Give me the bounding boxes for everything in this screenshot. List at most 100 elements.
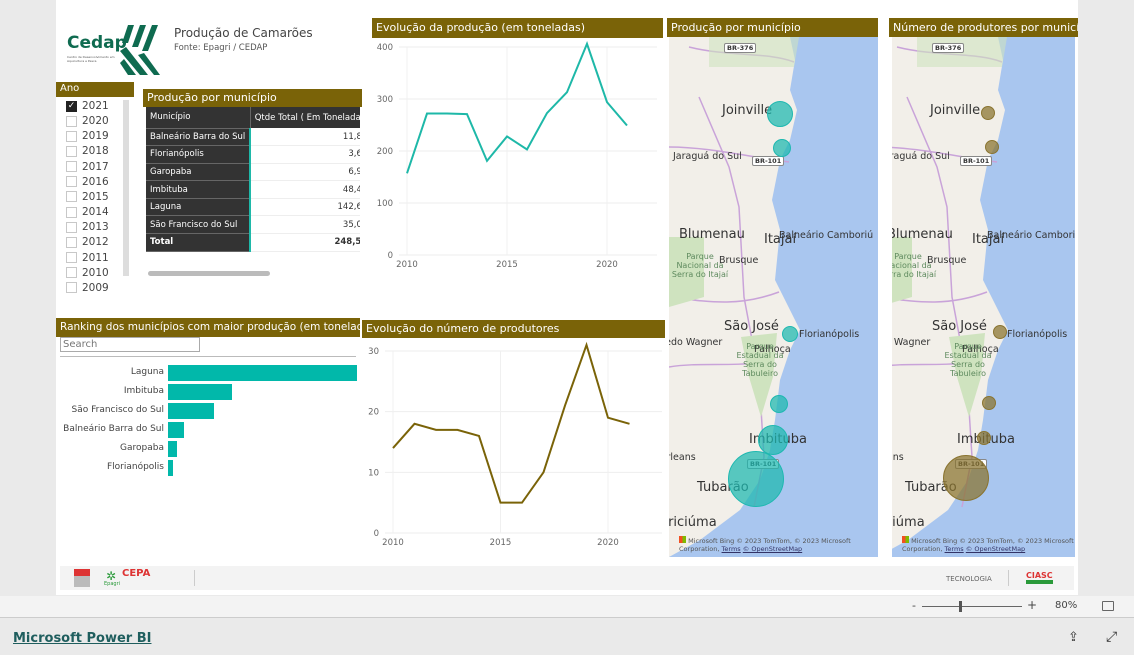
map-bubble[interactable] xyxy=(767,101,793,127)
checkbox[interactable] xyxy=(66,176,77,188)
bar[interactable] xyxy=(168,441,178,457)
zoom-slider-thumb[interactable] xyxy=(959,601,962,612)
slicer-scrollbar[interactable] xyxy=(123,100,129,276)
producers-line-chart: 0 10 20 30 2010 2015 2020 xyxy=(368,341,662,548)
map-bubble[interactable] xyxy=(782,326,798,342)
bar[interactable] xyxy=(168,422,184,438)
checkbox[interactable] xyxy=(66,252,77,263)
data-point[interactable] xyxy=(455,427,461,433)
data-point[interactable] xyxy=(562,403,568,409)
share-icon[interactable]: ⇪ xyxy=(1068,630,1079,645)
data-point[interactable] xyxy=(504,133,510,139)
slicer-item-2012[interactable]: 2012 xyxy=(66,236,109,248)
checkbox[interactable] xyxy=(66,130,77,142)
data-point[interactable] xyxy=(444,111,450,117)
table-row: São Francisco do Sul35,00 xyxy=(146,215,360,235)
production-map-header: Produção por município xyxy=(667,18,878,37)
zoom-in-button[interactable]: + xyxy=(1027,598,1037,612)
osm-link[interactable]: © OpenStreetMap xyxy=(743,545,802,553)
map-bubble[interactable] xyxy=(993,325,1007,339)
checkbox[interactable] xyxy=(66,236,77,248)
map-bubble[interactable] xyxy=(943,455,989,501)
data-point[interactable] xyxy=(627,421,633,427)
table-row: Laguna142,63 xyxy=(146,198,360,217)
slicer-item-2014[interactable]: 2014 xyxy=(66,206,109,218)
bar[interactable] xyxy=(168,460,173,476)
fullscreen-icon[interactable]: ⤢ xyxy=(1106,629,1117,645)
bar[interactable] xyxy=(168,384,233,400)
data-point[interactable] xyxy=(476,433,482,439)
slicer-item-2011[interactable]: 2011 xyxy=(66,252,109,264)
checkbox[interactable] xyxy=(66,161,77,173)
bar[interactable] xyxy=(168,365,357,381)
slicer-item-2010[interactable]: 2010 xyxy=(66,267,109,279)
terms-link[interactable]: Terms xyxy=(945,545,964,553)
slicer-item-2015[interactable]: 2015 xyxy=(66,191,109,203)
data-point[interactable] xyxy=(404,170,410,176)
checkbox[interactable] xyxy=(66,145,77,157)
data-point[interactable] xyxy=(624,123,630,129)
data-point[interactable] xyxy=(544,110,550,116)
table-total-row: Total248,51 xyxy=(146,233,360,252)
checkbox[interactable] xyxy=(66,206,77,218)
slicer-item-2016[interactable]: 2016 xyxy=(66,176,109,188)
data-point[interactable] xyxy=(390,445,396,451)
checkbox[interactable] xyxy=(66,221,77,233)
checkbox[interactable] xyxy=(66,115,77,127)
data-point[interactable] xyxy=(464,111,470,117)
zoom-slider[interactable] xyxy=(922,601,1022,612)
slicer-item-2020[interactable]: 2020 xyxy=(66,115,109,127)
powerbi-link[interactable]: Microsoft Power BI xyxy=(13,631,151,646)
col-header[interactable]: Município xyxy=(146,107,251,129)
checkbox[interactable] xyxy=(66,191,77,203)
data-point[interactable] xyxy=(541,469,547,475)
ranking-search-input[interactable] xyxy=(60,337,200,352)
map-bubble[interactable] xyxy=(770,395,788,413)
map-bubble[interactable] xyxy=(981,106,995,120)
data-point[interactable] xyxy=(584,41,590,47)
map-bubble[interactable] xyxy=(758,425,788,455)
map-bubble[interactable] xyxy=(985,140,999,154)
map-label-joinville: Joinville xyxy=(722,103,773,118)
slicer-item-2017[interactable]: 2017 xyxy=(66,161,109,173)
data-point[interactable] xyxy=(484,158,490,164)
data-point[interactable] xyxy=(498,500,504,506)
bar-label: Imbituba xyxy=(123,386,164,396)
data-point[interactable] xyxy=(604,99,610,105)
slicer-item-2009[interactable]: 2009 xyxy=(66,282,109,294)
map-label-alfredo: Alfredo Wagner xyxy=(669,337,723,348)
data-point[interactable] xyxy=(424,111,430,117)
data-point[interactable] xyxy=(584,342,590,348)
terms-link[interactable]: Terms xyxy=(722,545,741,553)
data-point[interactable] xyxy=(564,89,570,95)
data-point[interactable] xyxy=(433,427,439,433)
data-point[interactable] xyxy=(412,421,418,427)
slicer-item-2013[interactable]: 2013 xyxy=(66,221,109,233)
production-map[interactable]: BR-376 Joinville Jaraguá do Sul BR-101 Itaja… xyxy=(669,37,878,557)
col-header[interactable]: Qtde Total ( Em Tonelada ) xyxy=(250,107,360,128)
map-bubble[interactable] xyxy=(982,396,996,410)
zoom-out-button[interactable]: - xyxy=(912,599,916,612)
data-point[interactable] xyxy=(524,146,530,152)
checkbox[interactable] xyxy=(66,282,77,294)
table-scrollbar[interactable] xyxy=(148,271,270,276)
logo-stripes-icon xyxy=(120,25,160,75)
map-label-parque2: Parque Estadual da Serra do Tabuleiro xyxy=(944,342,992,378)
map-bubble[interactable] xyxy=(773,139,791,157)
slicer-item-2018[interactable]: 2018 xyxy=(66,145,109,157)
map-bubble[interactable] xyxy=(977,431,991,445)
map-bubble[interactable] xyxy=(728,451,784,507)
data-point[interactable] xyxy=(519,500,525,506)
checkbox[interactable]: ✓ xyxy=(66,100,77,112)
slicer-item-2019[interactable]: 2019 xyxy=(66,130,109,142)
data-point[interactable] xyxy=(605,415,611,421)
x-tick-label: 2010 xyxy=(396,260,418,270)
slicer-item-2021[interactable]: ✓ 2021 xyxy=(66,100,109,112)
y-tick-label: 200 xyxy=(377,147,393,157)
producers-map[interactable]: BR-376JoinvilleJaraguá do SulBR-101Itaja… xyxy=(892,37,1075,557)
bar[interactable] xyxy=(168,403,215,419)
osm-link[interactable]: © OpenStreetMap xyxy=(966,545,1025,553)
table-row: Imbituba48,41 xyxy=(146,180,360,199)
fit-to-page-icon[interactable] xyxy=(1102,601,1114,611)
checkbox[interactable] xyxy=(66,267,77,279)
